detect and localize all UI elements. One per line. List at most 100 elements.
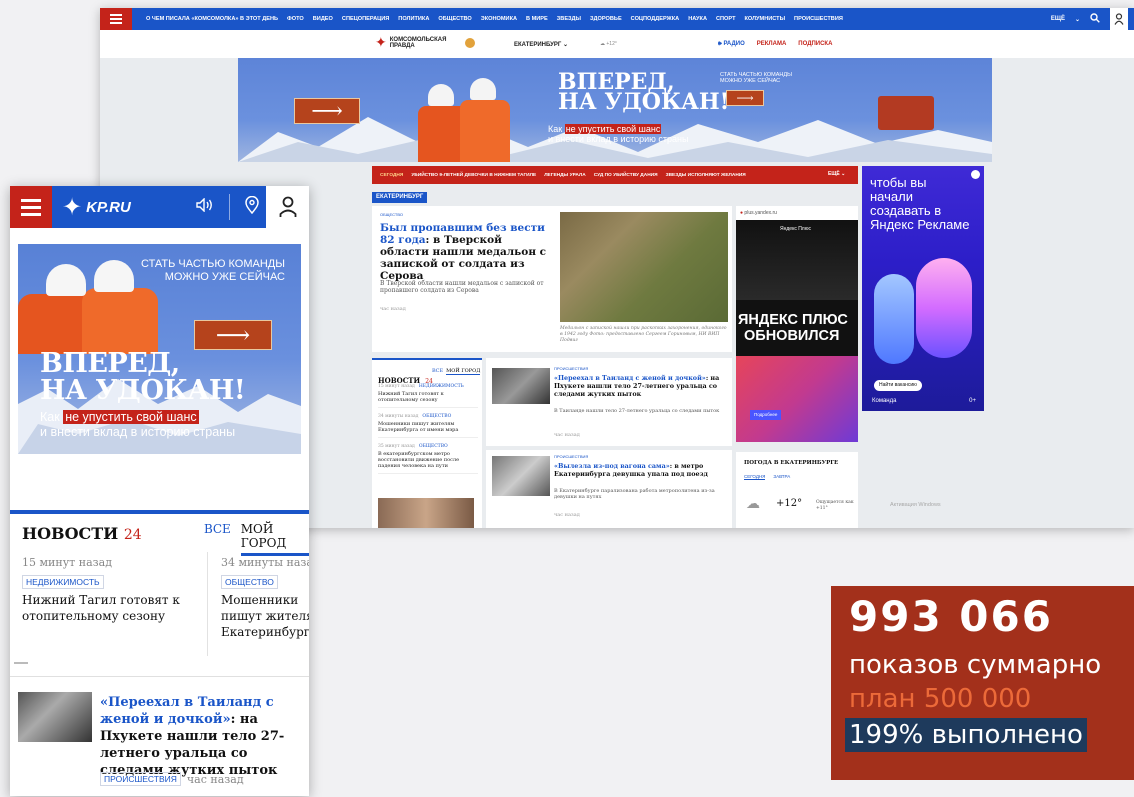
story2-title[interactable]: «Вылезла из-под вагона сама»: в метро Ек… — [554, 462, 726, 478]
speaker-icon[interactable] — [195, 197, 214, 216]
scroll-indicator[interactable] — [14, 662, 28, 664]
news-title-text[interactable]: Мошенники пишут жителям Екатеринбурга от… — [378, 421, 478, 433]
ad-mid-image — [736, 220, 858, 300]
weather-tab-today[interactable]: СЕГОДНЯ — [744, 474, 766, 480]
news-tag[interactable]: ОБЩЕСТВО — [422, 414, 451, 419]
trending-tag[interactable]: ЗВЕЗДЫ ИСПОЛНЯЮТ ЖЕЛАНИЯ — [666, 173, 746, 178]
udokan-banner[interactable]: ⟶ ВПЕРЕД, НА УДОКАН! Как не упустить сво… — [238, 58, 992, 162]
ad-right-button[interactable]: Найти вакансию — [874, 380, 922, 391]
nav-item[interactable]: ПРОИСШЕСТВИЯ — [794, 16, 843, 22]
news-item[interactable]: 34 минуты назад ОБЩЕСТВО Мошенники пишут ж… — [378, 414, 478, 438]
story1-thumb[interactable] — [492, 368, 550, 404]
article-title[interactable]: Был пропавшим без вести 82 года: в Тверс… — [380, 222, 550, 282]
news-tag[interactable]: НЕДВИЖИМОСТЬ — [419, 384, 464, 389]
city-badge[interactable]: ЕКАТЕРИНБУРГ — [372, 192, 428, 203]
news-title-text[interactable]: Нижний Тагил готовят к отопительному сез… — [22, 592, 202, 624]
trending-tag[interactable]: УБИЙСТВО 9-ЛЕТНЕЙ ДЕВОЧКИ В НИЖНЕМ ТАГИЛ… — [411, 173, 536, 178]
city-selector[interactable]: ЕКАТЕРИНБУРГ ⌄ — [514, 41, 568, 48]
site-logo[interactable]: ✦ КОМСОМОЛЬСКАЯ ПРАВДА — [375, 36, 475, 50]
news-item[interactable]: 35 минут назад ОБЩЕСТВО В екатеринбургском… — [378, 444, 478, 474]
weather-tab-tomorrow[interactable]: ЗАВТРА — [773, 474, 790, 480]
nav-more-button[interactable]: ЕЩЁ — [1051, 16, 1065, 22]
story2-tag[interactable]: ПРОИСШЕСТВИЯ — [554, 454, 588, 459]
main-article-card[interactable]: ОБЩЕСТВО Был пропавшим без вести 82 года… — [372, 206, 732, 352]
mobile-udokan-banner[interactable]: СТАТЬ ЧАСТЬЮ КОМАНДЫ МОЖНО УЖЕ СЕЙЧАС ⟶ … — [18, 244, 301, 454]
yandex-ads-banner[interactable]: чтобы вы начали создавать в Яндекс Рекла… — [862, 166, 984, 411]
trending-tag[interactable]: СЕГОДНЯ — [380, 173, 403, 178]
news-thumb[interactable] — [378, 498, 474, 528]
story-thumb[interactable] — [18, 692, 92, 742]
news-tag[interactable]: ОБЩЕСТВО — [221, 575, 278, 589]
search-icon[interactable] — [1090, 13, 1100, 25]
banner-headline: ВПЕРЕД, НА УДОКАН! — [40, 350, 246, 404]
nav-item[interactable]: ЗДОРОВЬЕ — [590, 16, 622, 22]
banner-slogan: Как не упустить свой шанс и внести вклад… — [548, 124, 688, 144]
mobile-logo[interactable]: ✦ KP.RU — [52, 186, 188, 228]
cta-line2: МОЖНО УЖЕ СЕЙЧАС — [164, 271, 285, 283]
nav-item[interactable]: ЭКОНОМИКА — [481, 16, 517, 22]
story-tag[interactable]: ПРОИСШЕСТВИЯ — [100, 772, 181, 786]
tags-more-button[interactable]: ЕЩЁ ⌄ — [828, 171, 845, 177]
yandex-plus-ad[interactable]: ● plus.yandex.ru Яндекс Плюс ЯНДЕКС ПЛЮС… — [736, 206, 858, 442]
ad-mid-button[interactable]: Подробнее — [750, 410, 782, 420]
nav-item[interactable]: ЗВЕЗДЫ — [557, 16, 581, 22]
temp-widget[interactable]: ☁ +12° — [600, 41, 617, 47]
menu-icon[interactable] — [10, 186, 52, 228]
story2-title-link[interactable]: «Вылезла из-под вагона сама» — [554, 462, 670, 470]
nav-item[interactable]: В МИРЕ — [526, 16, 548, 22]
news-tab-all[interactable]: ВСЕ — [432, 368, 443, 375]
trending-tag[interactable]: СУД ПО УБИЙСТВУ ДАНИЯ — [594, 173, 658, 178]
news-title-text[interactable]: В екатеринбургском метро восстановили дв… — [378, 451, 478, 469]
article-tag[interactable]: ОБЩЕСТВО — [380, 212, 403, 217]
user-icon[interactable] — [266, 186, 309, 228]
news-time: 15 минут назад — [22, 556, 112, 569]
news-tabs: ВСЕ МОЙ ГОРОД — [204, 522, 309, 556]
nav-item[interactable]: ВИДЕО — [313, 16, 333, 22]
story-title[interactable]: «Переехал в Таиланд с женой и дочкой»: н… — [100, 694, 308, 779]
story1-title[interactable]: «Переехал в Таиланд с женой и дочкой»: н… — [554, 374, 726, 398]
news-item-1[interactable]: 15 минут назад НЕДВИЖИМОСТЬ Нижний Тагил… — [22, 556, 202, 624]
user-icon[interactable] — [1110, 8, 1128, 30]
news-tab-my-city[interactable]: МОЙ ГОРОД — [446, 368, 481, 375]
ad-info-icon[interactable] — [971, 170, 980, 179]
article-photo[interactable] — [560, 212, 728, 322]
subscribe-link[interactable]: ПОДПИСКА — [798, 41, 832, 48]
nav-item[interactable]: СПОРТ — [716, 16, 736, 22]
nav-item[interactable]: О ЧЕМ ПИСАЛА «КОМСОМОЛКА» В ЭТОТ ДЕНЬ — [146, 16, 278, 22]
menu-icon[interactable] — [100, 8, 132, 30]
nav-item[interactable]: ОБЩЕСТВО — [438, 16, 471, 22]
location-pin-icon[interactable] — [244, 195, 259, 218]
nav-item[interactable]: ПОЛИТИКА — [398, 16, 429, 22]
news-item-2[interactable]: 34 минуты назад ОБЩЕСТВО Мошенники пишут… — [221, 556, 309, 640]
impressions-label: показов суммарно — [849, 650, 1102, 680]
news-tag[interactable]: НЕДВИЖИМОСТЬ — [22, 575, 104, 589]
news-title-text[interactable]: Нижний Тагил готовят к отопительному сез… — [378, 391, 478, 403]
trending-tag[interactable]: ЛЕГЕНДЫ УРАЛА — [544, 173, 586, 178]
news-tab-all[interactable]: ВСЕ — [204, 522, 231, 556]
temp-value: +12° — [606, 41, 617, 47]
news-item[interactable]: 15 минут назад НЕДВИЖИМОСТЬ Нижний Тагил г… — [378, 384, 478, 408]
story2-thumb[interactable] — [492, 456, 550, 496]
cta-arrow-icon[interactable]: ⟶ — [726, 90, 764, 106]
story-card-2[interactable]: ПРОИСШЕСТВИЯ «Вылезла из-под вагона сама… — [486, 450, 732, 528]
story-card-1[interactable]: ПРОИСШЕСТВИЯ «Переехал в Таиланд с женой… — [486, 358, 732, 446]
nav-item[interactable]: СОЦПОДДЕРЖКА — [631, 16, 680, 22]
nav-item[interactable]: КОЛУМНИСТЫ — [745, 16, 786, 22]
radio-link[interactable]: 🕪 РАДИО — [718, 41, 745, 48]
story1-tag[interactable]: ПРОИСШЕСТВИЯ — [554, 366, 588, 371]
nav-item[interactable]: ФОТО — [287, 16, 304, 22]
slogan-highlight: не упустить свой шанс — [63, 410, 199, 424]
banner-cta: СТАТЬ ЧАСТЬЮ КОМАНДЫ МОЖНО УЖЕ СЕЙЧАС — [720, 72, 792, 84]
impressions-stats-box: 993 066 показов суммарно план 500 000 19… — [831, 586, 1134, 780]
ad-ring-left — [874, 274, 914, 364]
arrow-icon[interactable]: ⟶ — [194, 320, 272, 350]
ads-link[interactable]: РЕКЛАМА — [757, 41, 787, 48]
story-meta: ПРОИСШЕСТВИЯ час назад — [100, 772, 309, 786]
news-tag[interactable]: ОБЩЕСТВО — [419, 444, 448, 449]
story1-title-link[interactable]: «Переехал в Таиланд с женой и дочкой» — [554, 374, 706, 382]
nav-item[interactable]: СПЕЦОПЕРАЦИЯ — [342, 16, 389, 22]
news-title-text[interactable]: Мошенники пишут жителям Екатеринбурга — [221, 592, 309, 640]
mobile-header-icons — [188, 186, 266, 228]
nav-item[interactable]: НАУКА — [688, 16, 707, 22]
news-tab-my-city[interactable]: МОЙ ГОРОД — [240, 522, 309, 556]
